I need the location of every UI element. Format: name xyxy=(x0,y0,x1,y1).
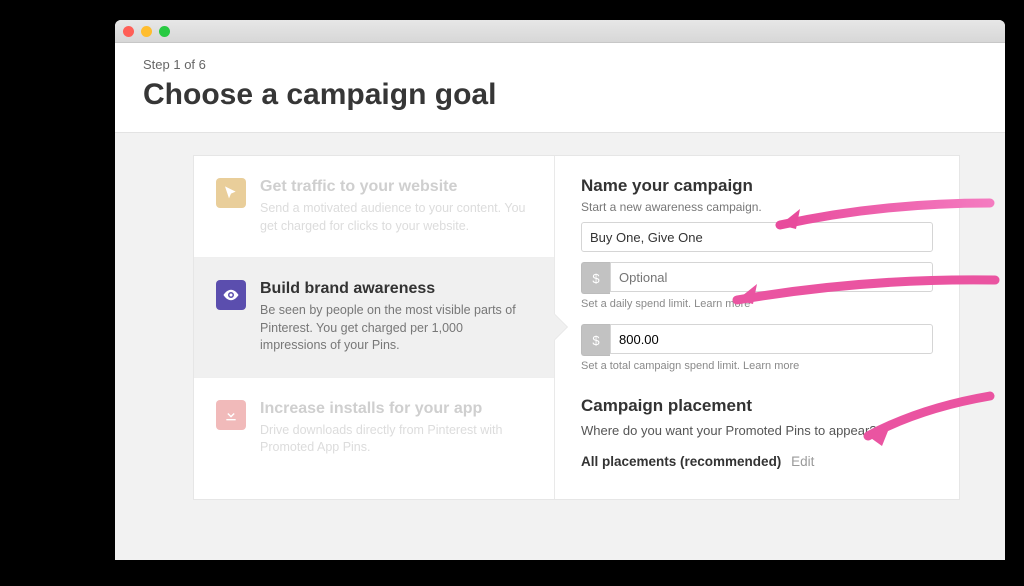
dollar-icon: $ xyxy=(581,324,610,356)
goal-list: Get traffic to your website Send a motiv… xyxy=(194,156,555,499)
goal-title: Get traffic to your website xyxy=(260,178,532,196)
app-window: Step 1 of 6 Choose a campaign goal Get t… xyxy=(115,20,1005,560)
settings-column: Name your campaign Start a new awareness… xyxy=(555,156,959,499)
goal-desc: Drive downloads directly from Pinterest … xyxy=(260,422,532,457)
dollar-icon: $ xyxy=(581,262,610,294)
daily-spend-hint: Set a daily spend limit. Learn more xyxy=(581,298,933,310)
goal-title: Build brand awareness xyxy=(260,280,532,298)
main-panel: Get traffic to your website Send a motiv… xyxy=(193,155,960,500)
step-indicator: Step 1 of 6 xyxy=(143,57,977,72)
placement-question: Where do you want your Promoted Pins to … xyxy=(581,422,933,440)
page-body: Get traffic to your website Send a motiv… xyxy=(115,132,1005,560)
goal-desc: Be seen by people on the most visible pa… xyxy=(260,302,532,355)
daily-spend-input[interactable] xyxy=(610,262,933,292)
placement-title: Campaign placement xyxy=(581,396,933,416)
page-header: Step 1 of 6 Choose a campaign goal xyxy=(115,43,1005,132)
minimize-icon[interactable] xyxy=(141,26,152,37)
placement-row: All placements (recommended) Edit xyxy=(581,454,933,469)
eye-icon xyxy=(216,280,246,310)
goal-awareness[interactable]: Build brand awareness Be seen by people … xyxy=(194,258,554,378)
goal-traffic[interactable]: Get traffic to your website Send a motiv… xyxy=(194,156,554,258)
placement-current: All placements (recommended) xyxy=(581,454,781,469)
close-icon[interactable] xyxy=(123,26,134,37)
total-spend-input[interactable] xyxy=(610,324,933,354)
maximize-icon[interactable] xyxy=(159,26,170,37)
campaign-name-input[interactable] xyxy=(581,222,933,252)
download-icon xyxy=(216,400,246,430)
goal-installs[interactable]: Increase installs for your app Drive dow… xyxy=(194,378,554,479)
total-spend-hint: Set a total campaign spend limit. Learn … xyxy=(581,360,933,372)
placement-edit-link[interactable]: Edit xyxy=(791,454,814,469)
goal-title: Increase installs for your app xyxy=(260,400,532,418)
goal-desc: Send a motivated audience to your conten… xyxy=(260,200,532,235)
name-section-title: Name your campaign xyxy=(581,176,933,196)
cursor-icon xyxy=(216,178,246,208)
mac-titlebar xyxy=(115,20,1005,43)
page-title: Choose a campaign goal xyxy=(143,78,977,112)
name-hint: Start a new awareness campaign. xyxy=(581,200,933,214)
selected-pointer-icon xyxy=(554,314,567,340)
